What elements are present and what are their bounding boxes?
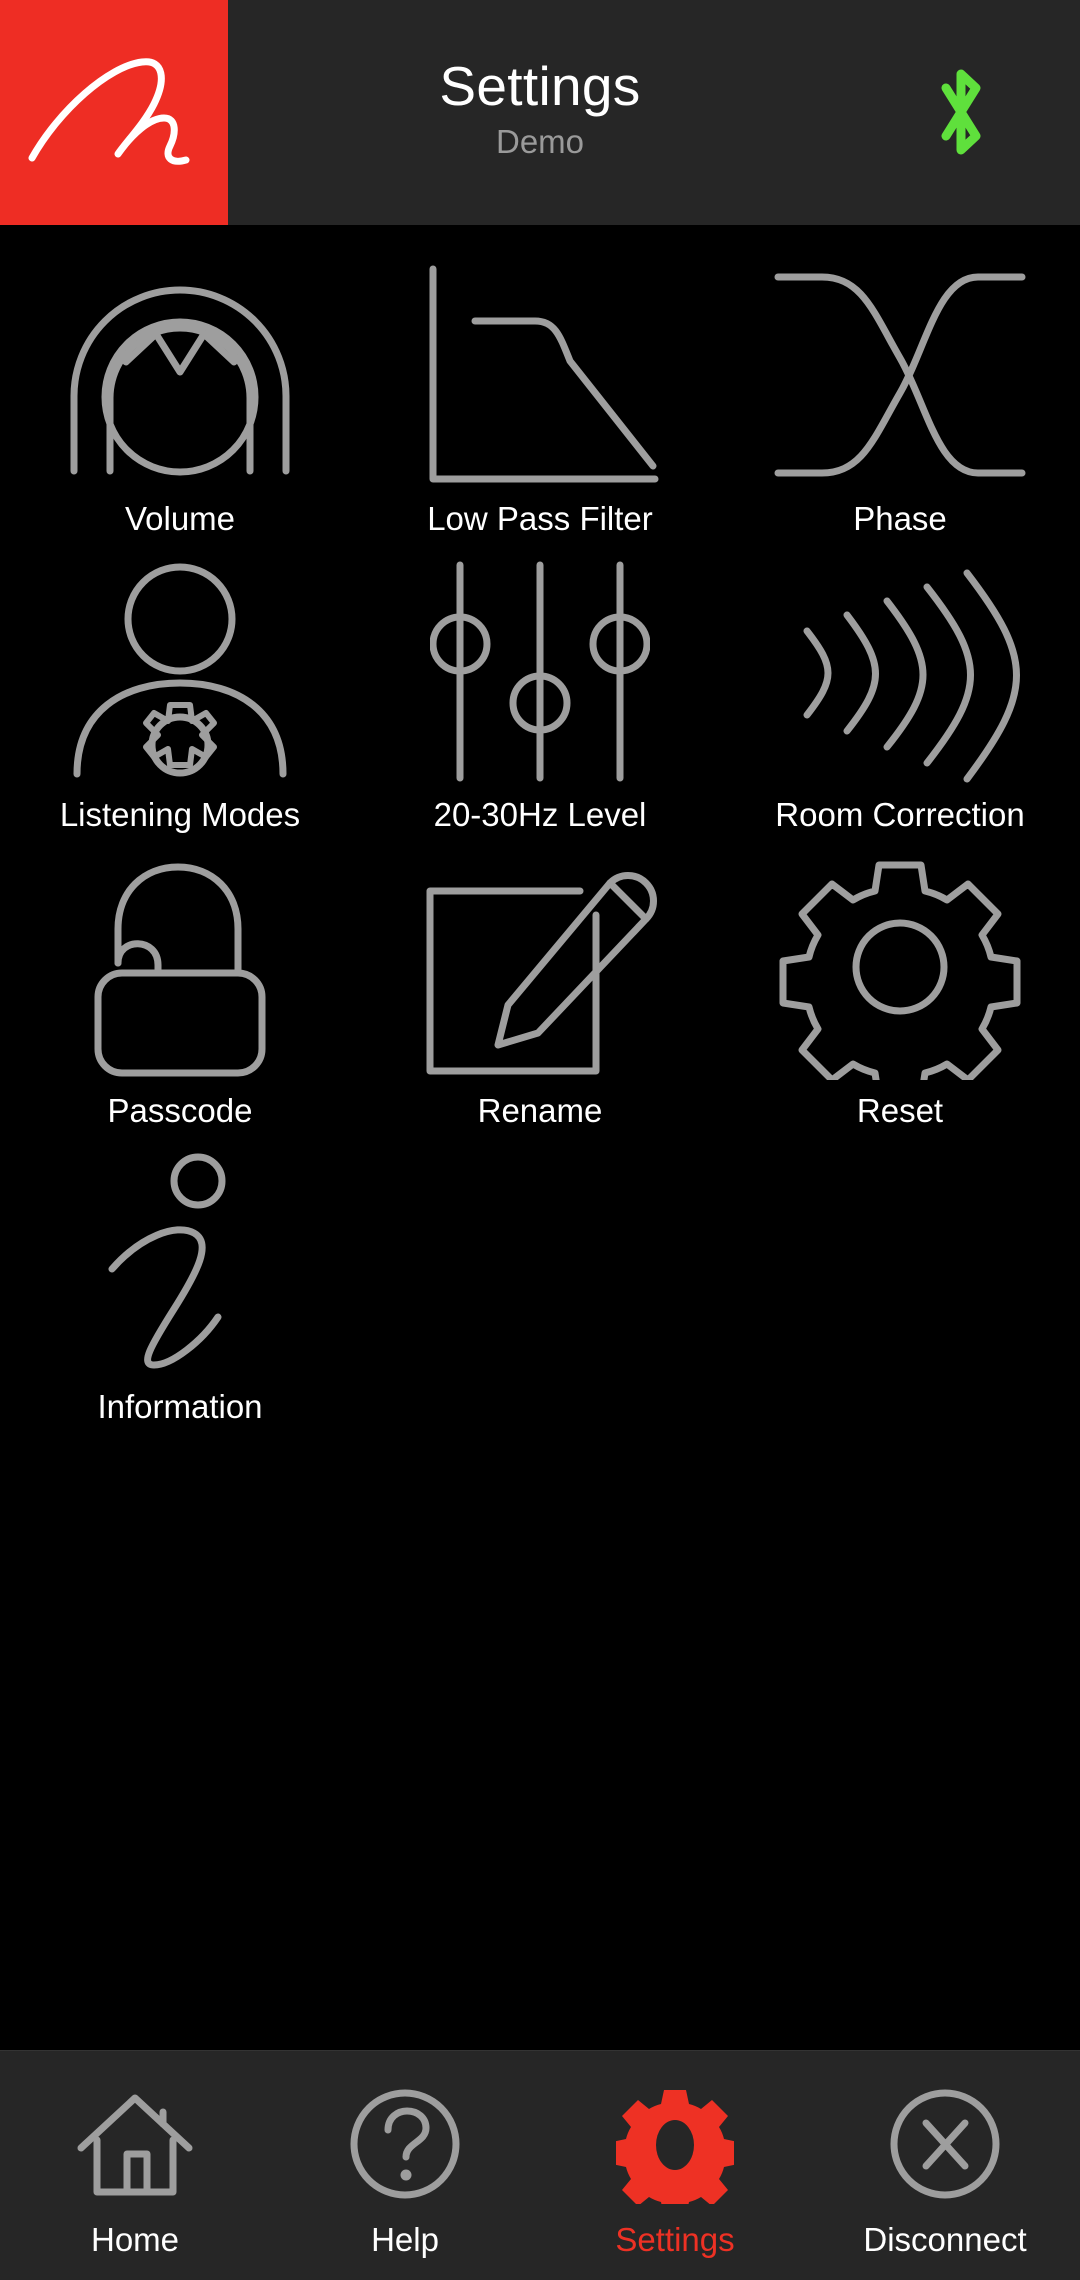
info-icon-wrap [90, 1151, 270, 1376]
gear-icon-wrap [775, 855, 1025, 1080]
grid-item-label: Reset [856, 1092, 944, 1129]
info-script-i-icon [108, 1153, 226, 1369]
grid-item-label: Listening Modes [59, 796, 301, 833]
pencil-edit-icon [426, 871, 657, 1074]
header-title-block: Settings Demo [228, 0, 852, 225]
volume-icon [70, 286, 290, 475]
tab-home[interactable]: Home [0, 2051, 270, 2280]
settings-grid: Volume Low Pass Filter Phase Listening M… [0, 225, 1080, 2050]
gear-icon [779, 861, 1021, 1080]
tab-disconnect[interactable]: Disconnect [810, 2051, 1080, 2280]
tab-label: Home [90, 2221, 180, 2258]
grid-item-label: Volume [124, 500, 236, 537]
pencil-edit-icon-wrap [420, 855, 660, 1080]
help-icon-wrap [348, 2082, 463, 2207]
app-header: Settings Demo [0, 0, 1080, 225]
home-icon [77, 2094, 193, 2195]
grid-item-label: Information [97, 1388, 263, 1425]
sound-waves-icon [803, 569, 1020, 782]
grid-item-label: Passcode [107, 1092, 253, 1129]
brand-script-logo [28, 57, 190, 165]
bluetooth-status[interactable] [852, 0, 1080, 225]
listening-modes-icon [73, 563, 287, 778]
gear-icon [616, 2089, 734, 2204]
tab-label: Settings [615, 2221, 735, 2258]
tab-help[interactable]: Help [270, 2051, 540, 2280]
tab-label: Disconnect [863, 2221, 1027, 2258]
sound-waves-icon-wrap [775, 559, 1025, 784]
settings-icon-wrap [616, 2082, 734, 2207]
grid-item-label: Low Pass Filter [427, 500, 653, 537]
sliders-icon-wrap [430, 559, 650, 784]
open-padlock-icon-wrap [80, 855, 280, 1080]
listening-modes-icon-wrap [65, 559, 295, 784]
grid-item-reset[interactable]: Reset [720, 855, 1080, 1151]
grid-item-label: 20-30Hz Level [433, 796, 647, 833]
low-pass-filter-icon-wrap [415, 263, 665, 488]
grid-item-phase[interactable]: Phase [720, 263, 1080, 559]
question-mark-circle-icon [350, 2089, 459, 2199]
app-screen: Settings Demo Volume Low Pass Filter Pha… [0, 0, 1080, 2280]
phase-icon-wrap [770, 263, 1030, 488]
bluetooth-icon [941, 69, 981, 154]
sliders-icon [430, 561, 650, 782]
grid-item-label: Phase [853, 500, 947, 537]
page-subtitle: Demo [495, 123, 585, 161]
volume-icon-wrap [60, 263, 300, 488]
disconnect-icon-wrap [888, 2082, 1003, 2207]
brand-logo-tile[interactable] [0, 0, 228, 225]
bottom-navigation-bar: Home Help Settings Disconnect [0, 2050, 1080, 2280]
grid-item-label: Rename [477, 1092, 603, 1129]
tab-label: Help [371, 2221, 439, 2258]
grid-item-20-30hz-level[interactable]: 20-30Hz Level [360, 559, 720, 855]
grid-item-information[interactable]: Information [0, 1151, 360, 1447]
grid-item-passcode[interactable]: Passcode [0, 855, 360, 1151]
tab-settings[interactable]: Settings [540, 2051, 810, 2280]
grid-item-low-pass-filter[interactable]: Low Pass Filter [360, 263, 720, 559]
home-icon-wrap [75, 2082, 195, 2207]
grid-item-label: Room Correction [775, 796, 1025, 833]
grid-item-room-correction[interactable]: Room Correction [720, 559, 1080, 855]
low-pass-filter-icon [429, 265, 659, 482]
phase-crossover-icon [774, 273, 1026, 477]
close-circle-icon [890, 2089, 999, 2199]
open-padlock-icon [94, 863, 266, 1077]
page-title: Settings [439, 54, 641, 117]
grid-item-listening-modes[interactable]: Listening Modes [0, 559, 360, 855]
grid-item-volume[interactable]: Volume [0, 263, 360, 559]
grid-item-rename[interactable]: Rename [360, 855, 720, 1151]
